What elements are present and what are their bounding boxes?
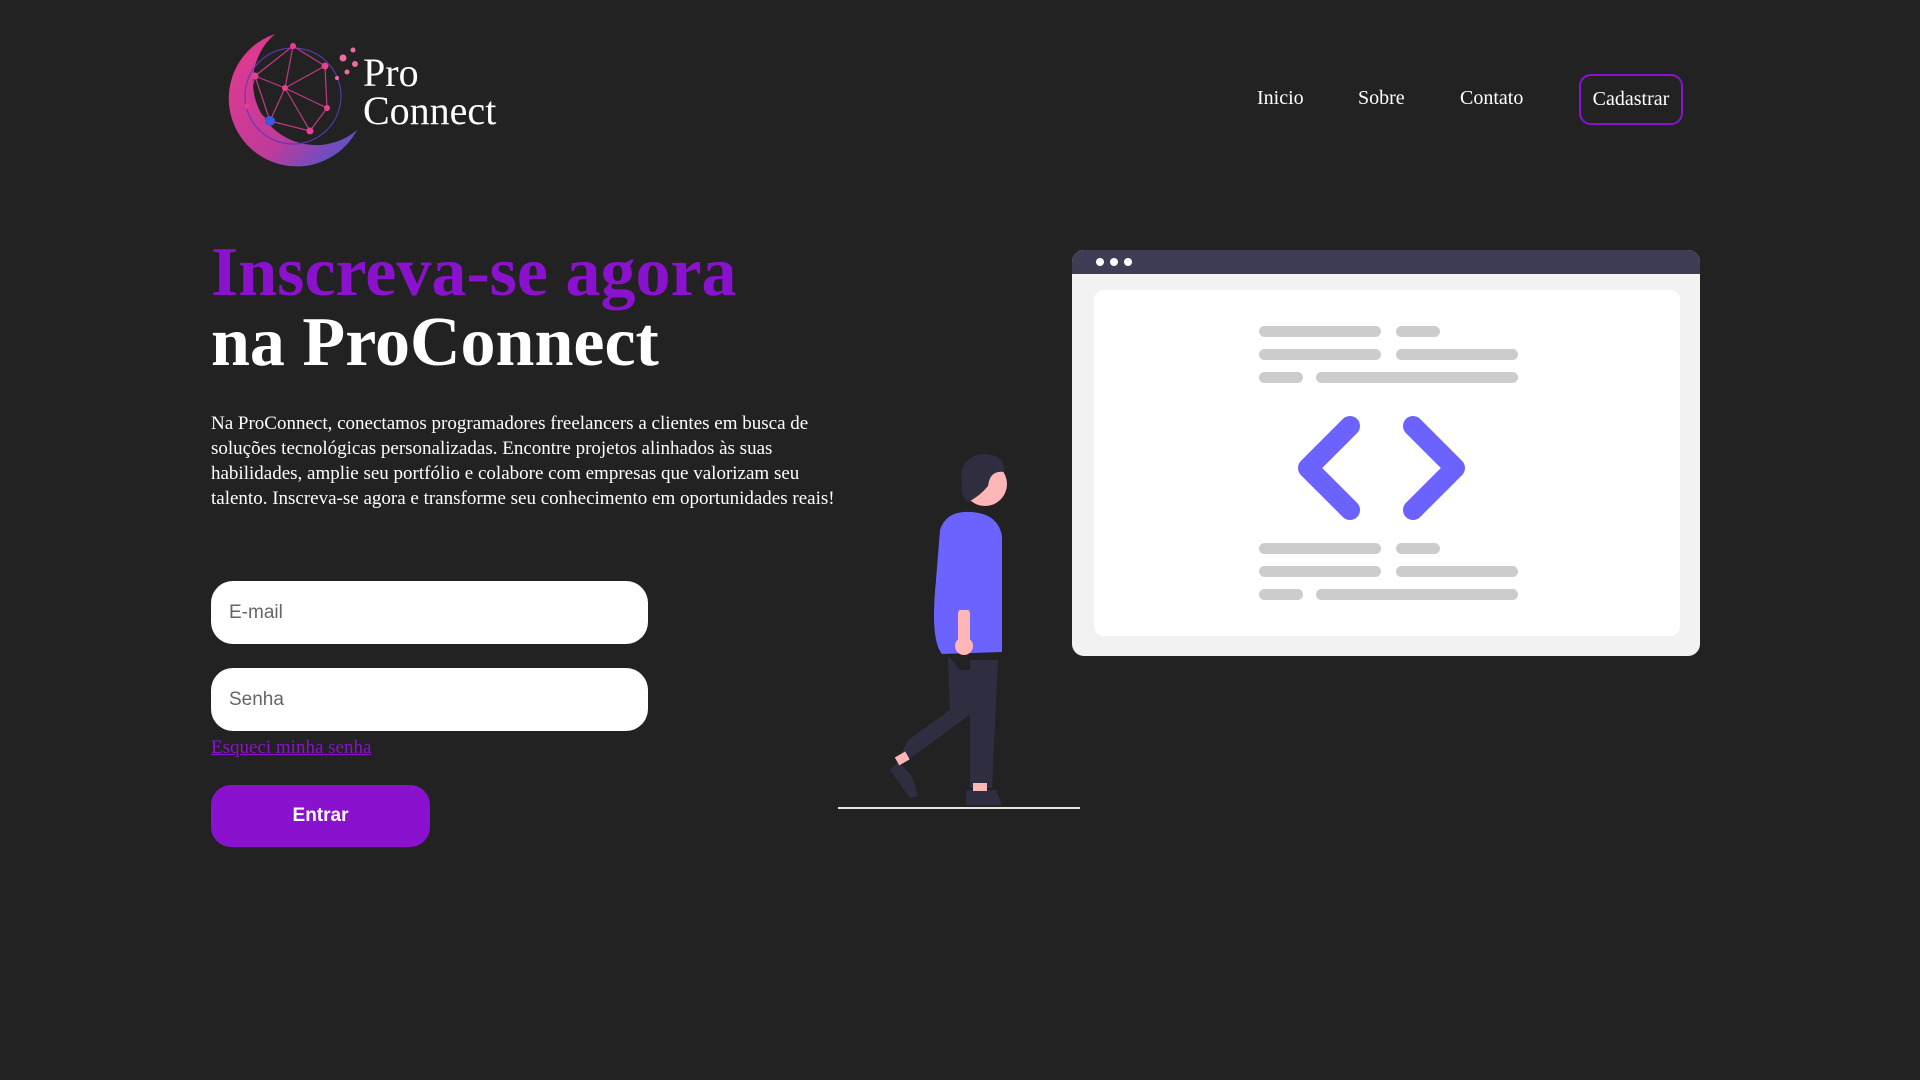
person-figure <box>890 454 1007 805</box>
main-nav: Inicio Sobre Contato Cadastrar <box>1220 74 1690 126</box>
logo-line1: Pro <box>363 50 419 95</box>
nav-contato[interactable]: Contato <box>1460 87 1523 110</box>
cadastrar-button[interactable]: Cadastrar <box>1579 74 1683 125</box>
hero-title-line2: na ProConnect <box>211 304 659 381</box>
globe-network-logo-icon <box>228 34 358 167</box>
nav-inicio[interactable]: Inicio <box>1257 87 1304 110</box>
hero-title: Inscreva-se agora na ProConnect <box>211 238 737 378</box>
hero-description: Na ProConnect, conectamos programadores … <box>211 413 835 509</box>
entrar-button[interactable]: Entrar <box>211 785 430 847</box>
forgot-password-link[interactable]: Esqueci minha senha <box>211 737 371 759</box>
hero-title-line1: Inscreva-se agora <box>211 234 737 311</box>
logo-text: Pro Connect <box>363 50 497 133</box>
password-input[interactable] <box>211 668 648 731</box>
nav-sobre[interactable]: Sobre <box>1358 87 1405 110</box>
email-input[interactable] <box>211 581 648 644</box>
logo-line2: Connect <box>363 88 497 133</box>
header: Pro Connect Inicio Sobre Contato Cadastr… <box>0 0 1920 200</box>
browser-window <box>1072 250 1700 656</box>
logo[interactable]: Pro Connect <box>215 26 515 176</box>
person-code-window-illustration-icon <box>838 250 1700 809</box>
